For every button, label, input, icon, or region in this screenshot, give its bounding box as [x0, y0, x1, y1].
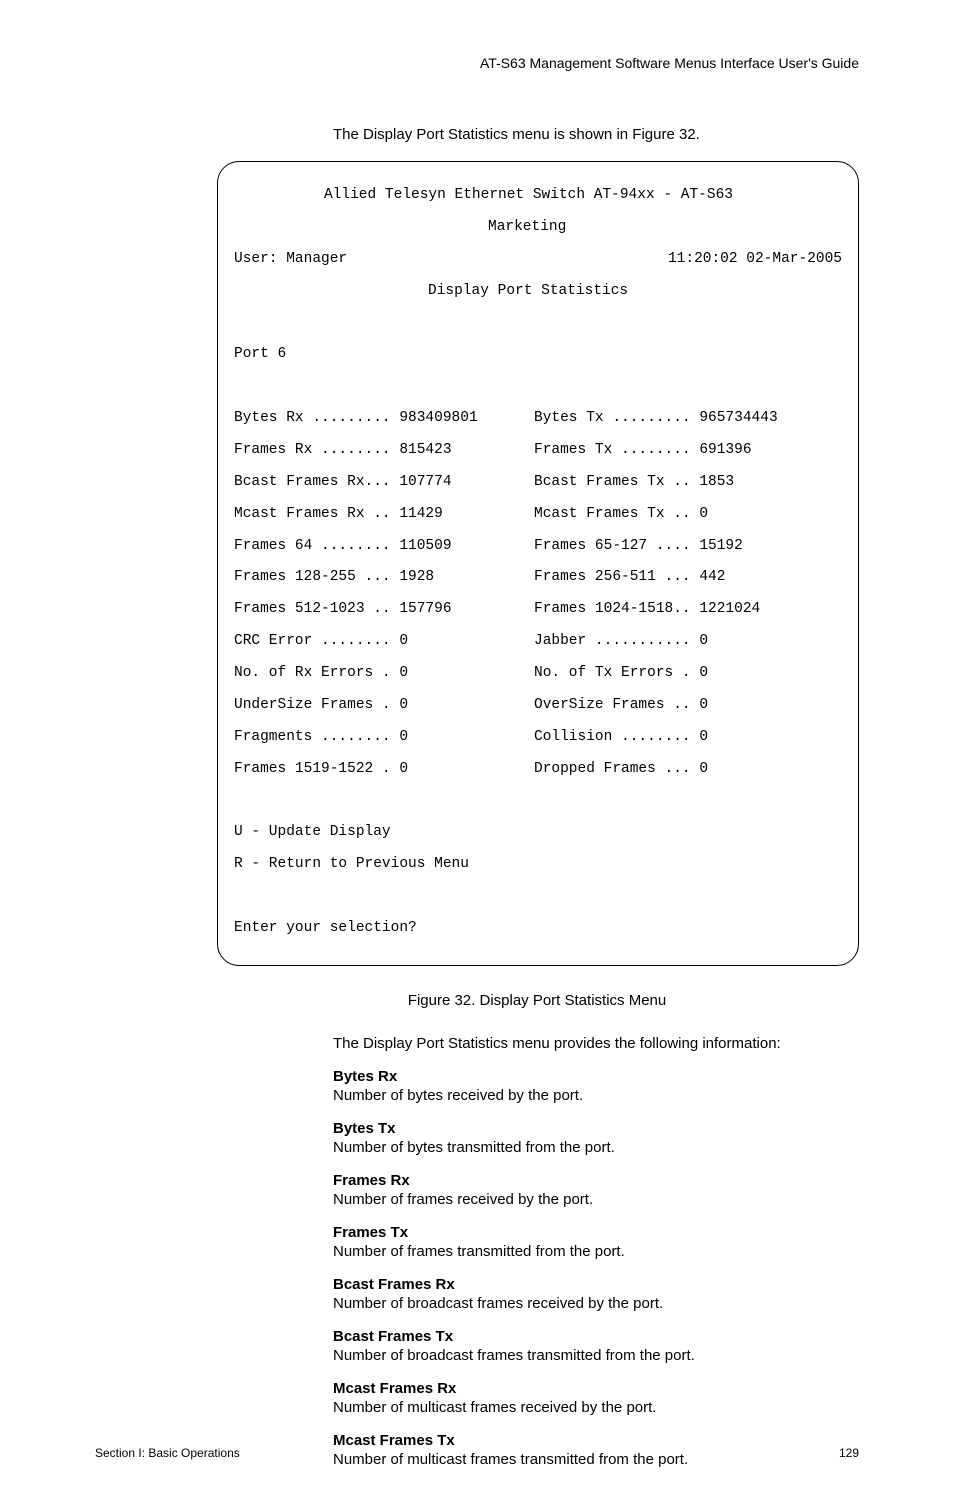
def-term-5: Bcast Frames Tx — [333, 1328, 859, 1345]
def-term-0: Bytes Rx — [333, 1068, 859, 1085]
stat-left-10: Fragments ........ 0 — [234, 730, 534, 746]
def-desc-1: Number of bytes transmitted from the por… — [333, 1139, 859, 1156]
stat-right-3: Mcast Frames Tx .. 0 — [534, 507, 708, 523]
stat-left-6: Frames 512-1023 .. 157796 — [234, 602, 534, 618]
def-term-3: Frames Tx — [333, 1224, 859, 1241]
stat-left-9: UnderSize Frames . 0 — [234, 698, 534, 714]
terminal-port-label: Port 6 — [234, 347, 842, 363]
stat-left-2: Bcast Frames Rx... 107774 — [234, 475, 534, 491]
terminal-screen: Allied Telesyn Ethernet Switch AT-94xx -… — [217, 161, 859, 966]
stat-left-4: Frames 64 ........ 110509 — [234, 539, 534, 555]
stat-left-7: CRC Error ........ 0 — [234, 634, 534, 650]
doc-title-header: AT-S63 Management Software Menus Interfa… — [95, 55, 859, 71]
stat-right-5: Frames 256-511 ... 442 — [534, 570, 725, 586]
def-desc-0: Number of bytes received by the port. — [333, 1087, 859, 1104]
stat-left-8: No. of Rx Errors . 0 — [234, 666, 534, 682]
intro-text: The Display Port Statistics menu is show… — [333, 126, 859, 143]
def-desc-5: Number of broadcast frames transmitted f… — [333, 1347, 859, 1364]
stat-right-10: Collision ........ 0 — [534, 730, 708, 746]
def-term-2: Frames Rx — [333, 1172, 859, 1189]
definition-block: Bcast Frames Rx Number of broadcast fram… — [333, 1276, 859, 1312]
terminal-menu-u: U - Update Display — [234, 825, 842, 841]
figure-caption: Figure 32. Display Port Statistics Menu — [215, 992, 859, 1009]
stat-left-11: Frames 1519-1522 . 0 — [234, 762, 534, 778]
terminal-datetime: 11:20:02 02-Mar-2005 — [668, 252, 842, 268]
terminal-title: Display Port Statistics — [234, 284, 842, 300]
stat-right-1: Frames Tx ........ 691396 — [534, 443, 752, 459]
stat-right-2: Bcast Frames Tx .. 1853 — [534, 475, 734, 491]
definition-block: Frames Rx Number of frames received by t… — [333, 1172, 859, 1208]
terminal-banner-line2: Marketing — [234, 220, 842, 236]
body-lead-text: The Display Port Statistics menu provide… — [333, 1035, 859, 1052]
stat-left-3: Mcast Frames Rx .. 11429 — [234, 507, 534, 523]
footer-section: Section I: Basic Operations — [95, 1446, 240, 1460]
footer-page-number: 129 — [839, 1446, 859, 1460]
stat-left-5: Frames 128-255 ... 1928 — [234, 570, 534, 586]
stat-right-7: Jabber ........... 0 — [534, 634, 708, 650]
stat-right-8: No. of Tx Errors . 0 — [534, 666, 708, 682]
definition-block: Bytes Rx Number of bytes received by the… — [333, 1068, 859, 1104]
def-desc-6: Number of multicast frames received by t… — [333, 1399, 859, 1416]
stat-right-11: Dropped Frames ... 0 — [534, 762, 708, 778]
def-desc-3: Number of frames transmitted from the po… — [333, 1243, 859, 1260]
terminal-user: User: Manager — [234, 252, 347, 268]
terminal-prompt: Enter your selection? — [234, 921, 842, 937]
def-desc-2: Number of frames received by the port. — [333, 1191, 859, 1208]
definition-block: Mcast Frames Rx Number of multicast fram… — [333, 1380, 859, 1416]
terminal-menu-r: R - Return to Previous Menu — [234, 857, 842, 873]
stat-right-0: Bytes Tx ......... 965734443 — [534, 411, 778, 427]
definition-block: Frames Tx Number of frames transmitted f… — [333, 1224, 859, 1260]
def-term-1: Bytes Tx — [333, 1120, 859, 1137]
def-desc-4: Number of broadcast frames received by t… — [333, 1295, 859, 1312]
terminal-banner-line1: Allied Telesyn Ethernet Switch AT-94xx -… — [234, 188, 842, 204]
stat-left-1: Frames Rx ........ 815423 — [234, 443, 534, 459]
stat-right-4: Frames 65-127 .... 15192 — [534, 539, 743, 555]
stat-left-0: Bytes Rx ......... 983409801 — [234, 411, 534, 427]
stat-right-6: Frames 1024-1518.. 1221024 — [534, 602, 760, 618]
definition-block: Bytes Tx Number of bytes transmitted fro… — [333, 1120, 859, 1156]
definition-block: Bcast Frames Tx Number of broadcast fram… — [333, 1328, 859, 1364]
stat-right-9: OverSize Frames .. 0 — [534, 698, 708, 714]
def-term-6: Mcast Frames Rx — [333, 1380, 859, 1397]
def-term-4: Bcast Frames Rx — [333, 1276, 859, 1293]
